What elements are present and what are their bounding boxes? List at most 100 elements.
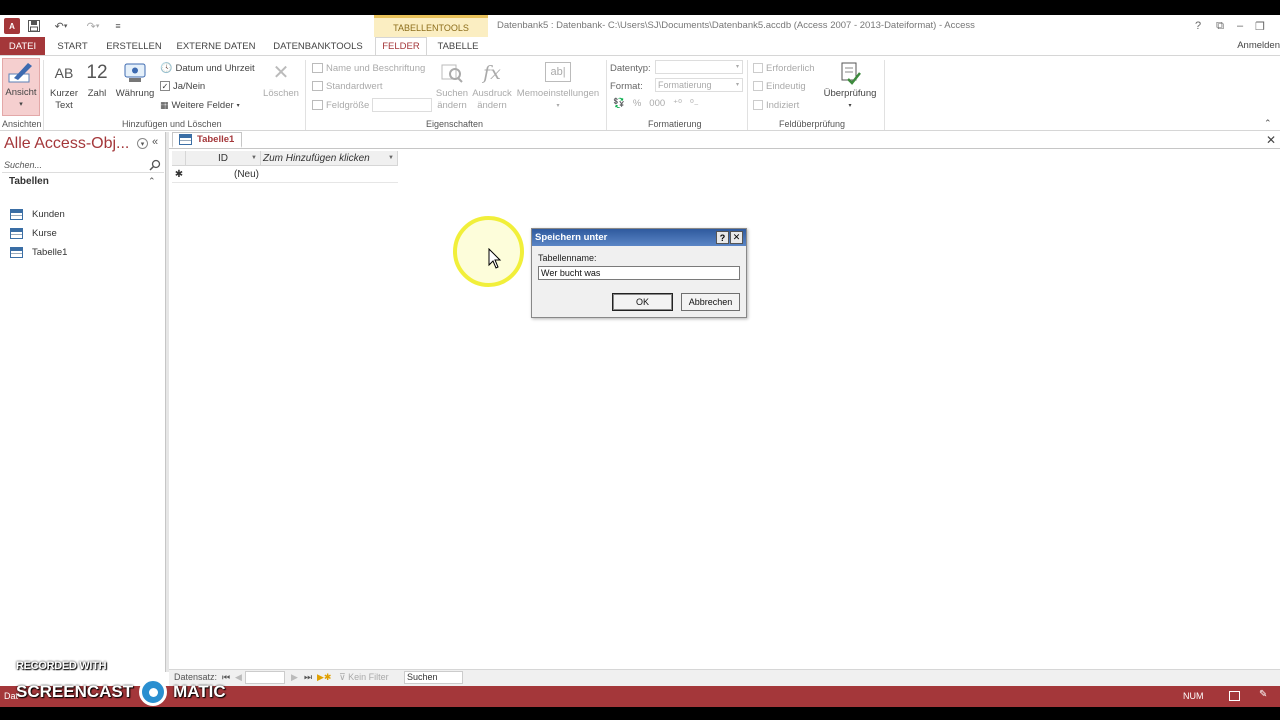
tab-file[interactable]: DATEI [0, 37, 45, 55]
column-header-id[interactable]: ID ▼ [186, 151, 261, 166]
format-label: Format: [610, 80, 643, 92]
group-label-views: Ansichten [2, 119, 42, 129]
name-caption-button[interactable]: Name und Beschriftung [312, 61, 425, 75]
unique-checkbox[interactable]: Eindeutig [753, 79, 806, 93]
sign-in-link[interactable]: Anmelden [1237, 40, 1280, 51]
screencast-logo-icon [139, 678, 168, 706]
num-lock-indicator: NUM [1183, 691, 1204, 701]
checkbox-icon [753, 63, 763, 73]
view-button[interactable]: Ansicht ▾ [2, 58, 40, 116]
datatype-select[interactable]: ▾ [655, 60, 743, 74]
decrease-decimals-icon[interactable]: ⁰₋ [690, 98, 699, 109]
expression-fx-icon: fx [483, 62, 501, 84]
tab-start[interactable]: START [50, 37, 95, 55]
chevron-down-icon[interactable]: ▼ [251, 155, 257, 161]
tab-database-tools[interactable]: DATENBANKTOOLS [266, 37, 370, 55]
record-search-input[interactable]: Suchen [404, 671, 463, 684]
access-app-icon[interactable]: A [4, 18, 20, 34]
ribbon-tabs: DATEI START ERSTELLEN EXTERNE DATEN DATE… [0, 37, 1280, 55]
default-value-button[interactable]: Standardwert [312, 79, 383, 93]
previous-record-icon[interactable]: ◀ [235, 672, 242, 683]
collapse-section-icon[interactable]: ⌃ [148, 176, 156, 187]
new-row-selector[interactable]: ✱ [172, 167, 186, 183]
new-record-icon[interactable]: ▶✱ [317, 672, 331, 683]
indexed-checkbox[interactable]: Indiziert [753, 98, 799, 112]
group-label-properties: Eigenschaften [426, 119, 484, 129]
nav-search-input[interactable]: Suchen... [2, 158, 164, 173]
nav-menu-dropdown-icon[interactable]: ▾ [137, 138, 148, 149]
separator [305, 60, 306, 130]
ok-button[interactable]: OK [612, 293, 673, 311]
new-row-id-cell[interactable]: (Neu) [186, 167, 261, 183]
next-record-icon[interactable]: ▶ [291, 672, 298, 683]
number-format-row: 💱 % 000 ⁺⁰ ⁰₋ [613, 96, 699, 110]
increase-decimals-icon[interactable]: ⁺⁰ [673, 98, 682, 109]
tab-table[interactable]: TABELLE [432, 37, 484, 55]
table-name-input[interactable] [538, 266, 740, 280]
collapse-pane-icon[interactable]: « [152, 136, 158, 148]
short-text-button[interactable]: AB Kurzer Text [47, 60, 81, 112]
document-tab-tabelle1[interactable]: Tabelle1 [172, 132, 243, 148]
restore-icon[interactable]: ❐ [1250, 18, 1270, 34]
datasheet-view-icon[interactable] [1229, 691, 1240, 701]
current-record-input[interactable] [245, 671, 285, 684]
ribbon: Ansicht ▾ Ansichten AB Kurzer Text 12 Za… [0, 55, 1280, 131]
save-as-dialog: Speichern unter ? ✕ Tabellenname: OK Abb… [531, 228, 747, 318]
save-icon[interactable] [26, 18, 42, 34]
separator [606, 60, 607, 130]
nav-pane-title[interactable]: Alle Access-Obj... [4, 135, 129, 153]
redo-icon[interactable]: ↷ ▾ [82, 18, 104, 34]
field-size-input[interactable] [372, 98, 432, 112]
design-view-icon[interactable]: ✎ [1259, 689, 1270, 700]
nav-item-kunden[interactable]: Kunden [10, 206, 65, 222]
search-icon[interactable] [149, 159, 161, 174]
number-button[interactable]: 12 Zahl [83, 60, 111, 100]
cancel-button[interactable]: Abbrechen [681, 293, 740, 311]
modify-lookups-button[interactable]: Suchen ändern [434, 60, 470, 112]
modify-expression-button[interactable]: fx Ausdruck ändern [471, 60, 513, 112]
table-icon [10, 227, 23, 239]
watermark-screencast-o-matic: SCREENCAST MATIC [16, 678, 226, 706]
document-area: Tabelle1 ✕ ID ▼ Zum Hinzufügen klicken ▼ ✱… [169, 132, 1280, 672]
tab-external-data[interactable]: EXTERNE DATEN [172, 37, 260, 55]
percent-format-button[interactable]: % [633, 98, 641, 109]
customize-quick-access-icon[interactable]: ≡ [112, 18, 124, 34]
dialog-close-button[interactable]: ✕ [730, 231, 743, 244]
datatype-label: Datentyp: [610, 62, 651, 74]
currency-button[interactable]: Währung [114, 60, 156, 100]
filter-icon: ⊽ [339, 672, 349, 682]
datetime-button[interactable]: 🕓 Datum und Uhrzeit [160, 61, 255, 75]
mouse-cursor-icon [488, 247, 502, 273]
collapse-ribbon-icon[interactable]: ⌃ [1264, 118, 1272, 129]
nav-section-tables[interactable]: Tabellen [9, 176, 49, 187]
dialog-help-button[interactable]: ? [716, 231, 729, 244]
group-label-add-delete: Hinzufügen und Löschen [122, 119, 222, 129]
chevron-down-icon[interactable]: ▼ [388, 155, 394, 161]
close-document-icon[interactable]: ✕ [1266, 133, 1276, 147]
nav-item-tabelle1[interactable]: Tabelle1 [10, 244, 67, 260]
table-icon [10, 246, 23, 258]
name-caption-icon [312, 63, 323, 73]
delete-button[interactable]: ✕ Löschen [260, 60, 302, 100]
help-icon[interactable]: ? [1188, 18, 1208, 34]
minimize-icon[interactable]: – [1230, 18, 1250, 34]
ribbon-display-options-icon[interactable]: ⧉ [1210, 18, 1230, 34]
column-header-add-field[interactable]: Zum Hinzufügen klicken ▼ [261, 151, 398, 166]
format-select[interactable]: Formatierung ▾ [655, 78, 743, 92]
more-fields-button[interactable]: ▦ Weitere Felder ▾ [160, 98, 240, 112]
required-checkbox[interactable]: Erforderlich [753, 61, 815, 75]
currency-format-icon[interactable]: 💱 [613, 98, 625, 109]
filter-button[interactable]: ⊽ Kein Filter [339, 672, 389, 683]
tab-fields[interactable]: FELDER [375, 37, 427, 55]
new-row-add-field-cell[interactable] [261, 167, 398, 183]
memo-settings-button[interactable]: ab| Memoeinstellungen ▾ [515, 60, 601, 112]
validation-button[interactable]: Überprüfung ▾ [818, 60, 882, 112]
record-navigation-bar: Datensatz: ⏮ ◀ ▶ ⏭ ▶✱ ⊽ Kein Filter Such… [169, 669, 1280, 686]
undo-icon[interactable]: ↶ ▾ [50, 18, 72, 34]
nav-item-kurse[interactable]: Kurse [10, 225, 57, 241]
tab-create[interactable]: ERSTELLEN [102, 37, 166, 55]
yesno-button[interactable]: ✓ Ja/Nein [160, 79, 205, 93]
last-record-icon[interactable]: ⏭ [304, 672, 312, 683]
thousands-format-button[interactable]: 000 [649, 98, 665, 109]
select-all-cell[interactable] [172, 151, 186, 166]
